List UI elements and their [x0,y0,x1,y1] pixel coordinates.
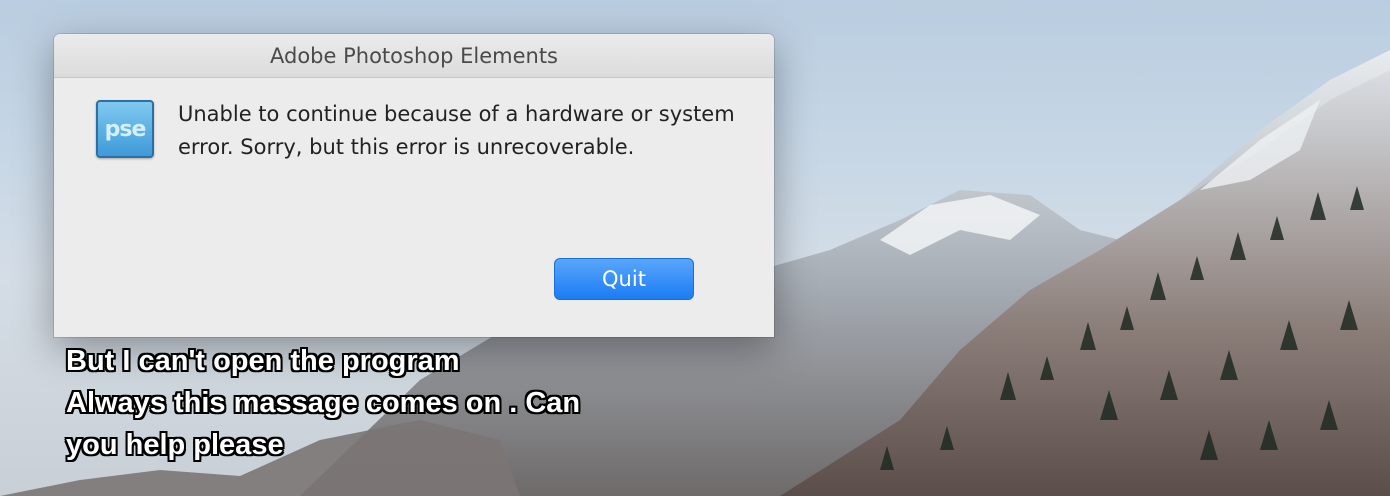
user-caption: But I can't open the program Always this… [66,345,581,461]
photoshop-elements-app-icon: pse [96,100,154,158]
error-message: Unable to continue because of a hardware… [178,102,735,159]
dialog-title: Adobe Photoshop Elements [270,43,558,68]
quit-button[interactable]: Quit [554,258,694,300]
dialog-titlebar[interactable]: Adobe Photoshop Elements [54,34,774,78]
error-dialog: Adobe Photoshop Elements pse Unable to c… [54,34,774,337]
app-icon-label: pse [104,116,147,142]
